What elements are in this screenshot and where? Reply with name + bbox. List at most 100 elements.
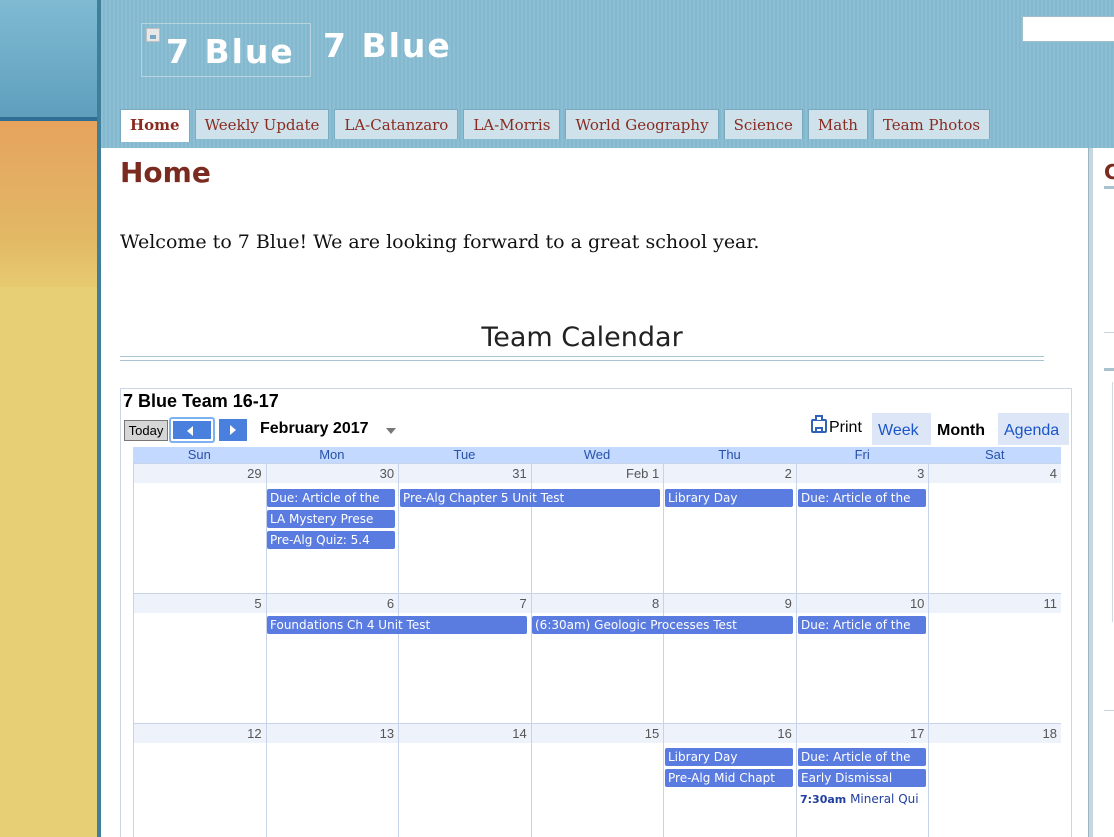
sidebar-rule	[1104, 332, 1114, 333]
calendar-event[interactable]: Due: Article of the	[798, 616, 926, 634]
day-number: 8	[531, 594, 664, 613]
calendar-event[interactable]: Pre-Alg Chapter 5 Unit Test	[400, 489, 660, 507]
day-cell[interactable]: 15	[530, 723, 664, 837]
day-number: 6	[266, 594, 399, 613]
tab-la-catanzaro[interactable]: LA-Catanzaro	[334, 109, 459, 139]
day-number: Feb 1	[531, 464, 664, 483]
day-number: 15	[531, 724, 664, 743]
prev-month-button[interactable]	[169, 417, 215, 443]
day-number: 18	[929, 724, 1061, 743]
month-label[interactable]: February 2017	[260, 420, 369, 438]
day-cell[interactable]: 8	[530, 593, 664, 723]
day-cell[interactable]: 9	[663, 593, 796, 723]
logo-alt-text: 7 Blue	[166, 32, 295, 71]
nav-tabs: Home Weekly Update LA-Catanzaro LA-Morri…	[120, 109, 995, 142]
left-strip-blue	[0, 0, 97, 117]
day-cell[interactable]: 6	[265, 593, 399, 723]
day-number: 16	[664, 724, 796, 743]
day-cell[interactable]: 13	[265, 723, 399, 837]
calendar-event[interactable]: Library Day	[665, 489, 793, 507]
weekday-label: Thu	[718, 447, 741, 462]
day-cell[interactable]: 11	[928, 593, 1061, 723]
tab-month-view[interactable]: Month	[931, 413, 995, 445]
left-strip-orange	[0, 121, 97, 287]
page-title: Home	[120, 156, 211, 189]
day-number: 14	[399, 724, 531, 743]
event-time: 7:30am	[800, 793, 847, 806]
day-number: 29	[134, 464, 266, 483]
day-number: 4	[929, 464, 1061, 483]
day-cell[interactable]: 18	[928, 723, 1061, 837]
week-row: 29 30 31 Feb 1 2 3 4 Due: Article of the…	[133, 463, 1061, 593]
search-input[interactable]	[1022, 16, 1114, 42]
day-cell[interactable]: 4	[928, 463, 1061, 593]
calendar-event[interactable]: (6:30am) Geologic Processes Test	[532, 616, 793, 634]
day-cell[interactable]: Feb 1	[530, 463, 664, 593]
tab-team-photos[interactable]: Team Photos	[872, 109, 991, 139]
weekday-header: Sun Mon Tue Wed Thu Fri Sat	[133, 447, 1061, 463]
weekday-label: Sat	[985, 447, 1005, 462]
printer-icon	[811, 415, 827, 433]
tab-home[interactable]: Home	[120, 109, 190, 142]
day-number: 12	[134, 724, 266, 743]
tab-agenda-view[interactable]: Agenda	[998, 413, 1069, 445]
weekday-label: Fri	[854, 447, 870, 462]
calendar-event[interactable]: Due: Article of the	[267, 489, 395, 507]
left-decorative-strip	[0, 0, 97, 837]
calendar-event[interactable]: Early Dismissal	[798, 769, 926, 787]
tab-math[interactable]: Math	[807, 109, 868, 139]
day-cell[interactable]: 31	[398, 463, 531, 593]
calendar-heading: Team Calendar	[481, 322, 683, 353]
day-number: 31	[399, 464, 531, 483]
calendar-event[interactable]: Pre-Alg Quiz: 5.4	[267, 531, 395, 549]
day-number: 17	[796, 724, 929, 743]
sidebar-border	[1088, 148, 1093, 837]
week-row: 5 6 7 8 9 10 11 Foundations Ch 4 Unit Te…	[133, 593, 1061, 723]
calendar-event[interactable]: Pre-Alg Mid Chapt	[665, 769, 793, 787]
day-number: 2	[664, 464, 796, 483]
weekday-label: Mon	[319, 447, 345, 462]
calendar-name: 7 Blue Team 16-17	[123, 391, 279, 411]
sidebar-rule	[1104, 710, 1114, 711]
today-button[interactable]: Today	[124, 420, 168, 441]
calendar-event[interactable]: Library Day	[665, 748, 793, 766]
day-cell[interactable]: 7	[398, 593, 531, 723]
sidebar-rule	[1104, 368, 1114, 371]
day-cell[interactable]: 2	[663, 463, 796, 593]
tab-science[interactable]: Science	[723, 109, 803, 139]
sidebar-rule	[1104, 186, 1114, 189]
day-cell[interactable]: 5	[133, 593, 266, 723]
print-label: Print	[829, 419, 862, 436]
chevron-down-icon[interactable]	[386, 428, 396, 434]
print-button[interactable]: Print	[811, 415, 862, 441]
broken-image-icon	[146, 28, 160, 42]
calendar-event[interactable]: Foundations Ch 4 Unit Test	[267, 616, 527, 634]
day-number: 11	[929, 594, 1061, 613]
tab-week-view[interactable]: Week	[872, 413, 931, 445]
day-cell[interactable]: 10	[795, 593, 929, 723]
day-cell[interactable]: 3	[795, 463, 929, 593]
day-cell[interactable]: 30	[265, 463, 399, 593]
calendar-event[interactable]: Due: Article of the	[798, 489, 926, 507]
tab-la-morris[interactable]: LA-Morris	[463, 109, 561, 139]
chevron-left-icon	[187, 426, 193, 436]
tab-world-geography[interactable]: World Geography	[565, 109, 719, 139]
site-logo[interactable]: 7 Blue	[141, 23, 311, 77]
site-title[interactable]: 7 Blue	[323, 26, 452, 65]
calendar-event[interactable]: 7:30am Mineral Qui	[800, 790, 926, 809]
day-number: 13	[266, 724, 399, 743]
day-cell[interactable]: 29	[133, 463, 266, 593]
calendar-event[interactable]: Due: Article of the	[798, 748, 926, 766]
welcome-text: Welcome to 7 Blue! We are looking forwar…	[120, 231, 760, 253]
day-number: 10	[796, 594, 929, 613]
tab-weekly-update[interactable]: Weekly Update	[194, 109, 330, 139]
day-number: 3	[796, 464, 929, 483]
event-title: Mineral Qui	[850, 792, 919, 806]
day-cell[interactable]: 12	[133, 723, 266, 837]
left-strip-yellow	[0, 287, 97, 837]
calendar-event[interactable]: LA Mystery Prese	[267, 510, 395, 528]
next-month-button[interactable]	[219, 419, 247, 441]
weekday-label: Tue	[453, 447, 476, 462]
day-cell[interactable]: 14	[398, 723, 531, 837]
day-number: 7	[399, 594, 531, 613]
